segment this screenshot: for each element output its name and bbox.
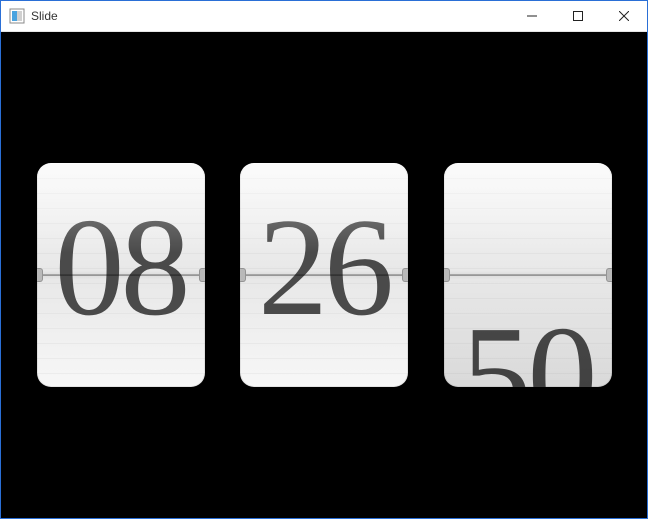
hinge-left [37,268,43,282]
hinge-left [240,268,246,282]
hours-card: 08 [37,163,205,387]
hinge-right [606,268,612,282]
maximize-icon [573,11,583,21]
window-frame: Slide 08 [0,0,648,519]
close-icon [619,11,629,21]
window-title: Slide [31,9,58,23]
hinge-left [444,268,450,282]
app-icon [9,8,25,24]
hinge-right [199,268,205,282]
seconds-value: 50 [444,306,612,387]
seconds-card: 50 [444,163,612,387]
titlebar[interactable]: Slide [1,1,647,32]
minutes-card: 26 [240,163,408,387]
minimize-icon [527,11,537,21]
maximize-button[interactable] [555,1,601,31]
close-button[interactable] [601,1,647,31]
minimize-button[interactable] [509,1,555,31]
client-area: 08 26 50 [1,32,647,518]
flip-clock: 08 26 50 [1,163,647,387]
hours-value: 08 [37,198,205,338]
minutes-value: 26 [240,198,408,338]
hinge-right [402,268,408,282]
